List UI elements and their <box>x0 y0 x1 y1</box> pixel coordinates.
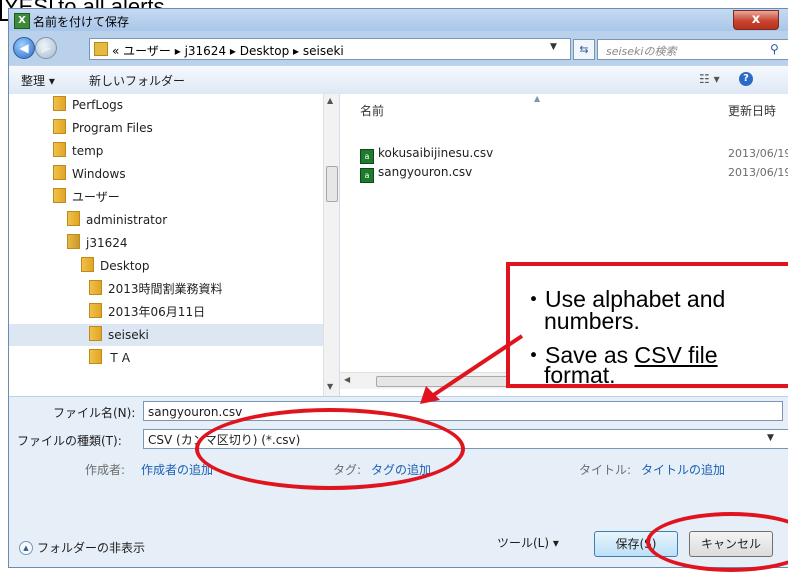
arrow-shaft <box>430 334 524 398</box>
annotation-arrow <box>420 334 524 404</box>
